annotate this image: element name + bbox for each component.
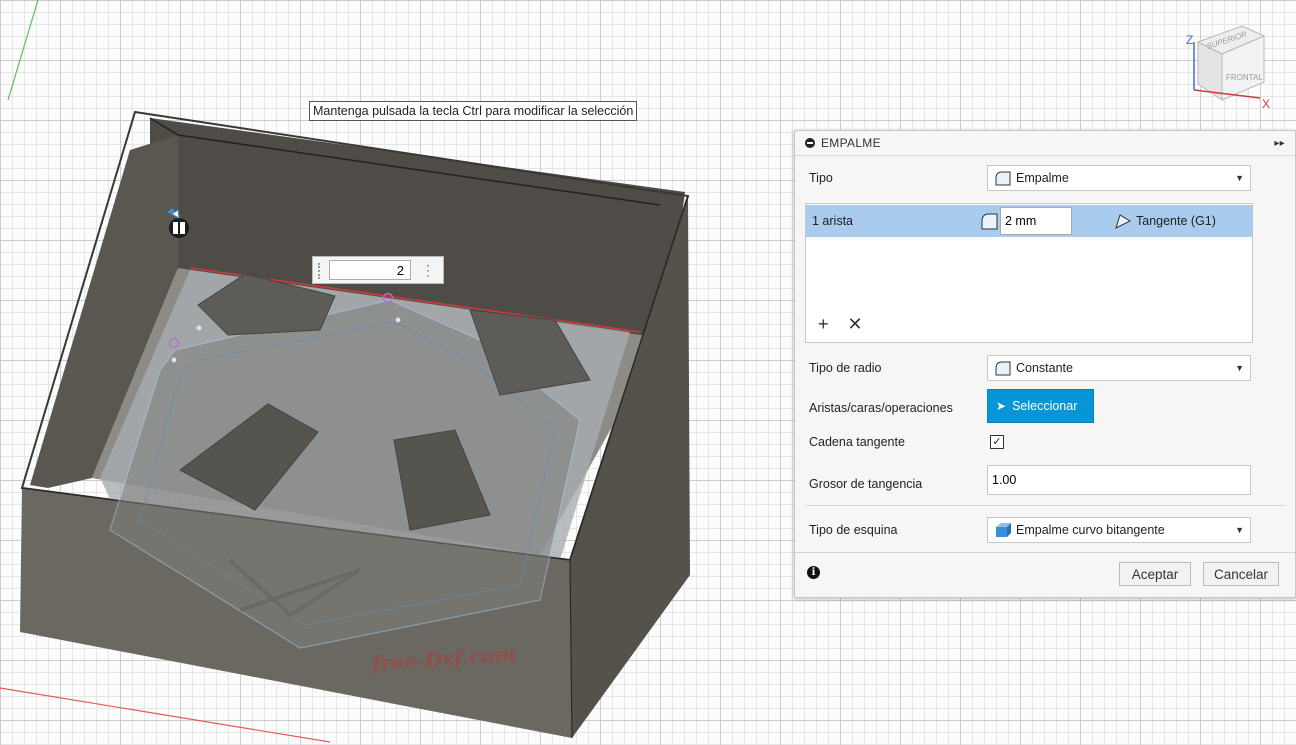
cursor-arrow-icon: ➤ <box>996 399 1007 413</box>
footer-divider <box>795 552 1295 553</box>
chevron-down-icon: ▼ <box>1235 525 1244 535</box>
tipo-radio-label: Tipo de radio <box>809 361 882 375</box>
collapse-icon[interactable] <box>805 138 815 148</box>
cancel-button[interactable]: Cancelar <box>1203 562 1279 586</box>
tipo-radio-select[interactable]: Constante ▼ <box>987 355 1251 381</box>
tangent-icon[interactable] <box>1114 212 1132 230</box>
edge-radius-input[interactable] <box>1000 207 1072 235</box>
tangent-chain-checkbox[interactable]: ✓ <box>990 435 1004 449</box>
selection-tooltip: Mantenga pulsada la tecla Ctrl para modi… <box>309 101 638 121</box>
ok-button[interactable]: Aceptar <box>1119 562 1191 586</box>
dialog-title: EMPALME <box>821 136 881 150</box>
info-icon[interactable]: i <box>807 566 820 579</box>
row-tipo-radio: Tipo de radio Constante ▼ <box>795 351 1295 385</box>
edge-name: 1 arista <box>812 214 853 228</box>
chevron-down-icon: ▼ <box>1235 173 1244 183</box>
cadena-label: Cadena tangente <box>809 435 905 449</box>
edge-row[interactable]: 1 arista Tangente (G1) <box>806 205 1252 237</box>
row-esquina: Tipo de esquina Empalme curvo bitangente… <box>795 513 1295 547</box>
remove-icon[interactable]: ✕ <box>848 314 863 334</box>
dialog-header: EMPALME ▸▸ <box>795 131 1295 156</box>
constant-radius-icon <box>995 361 1011 376</box>
row-tipo: Tipo Empalme ▼ <box>795 161 1295 195</box>
tipo-radio-value: Constante <box>1016 361 1073 375</box>
x-axis-line <box>0 687 331 743</box>
fillet-dialog: EMPALME ▸▸ Tipo Empalme ▼ 1 arista Tange… <box>794 130 1296 598</box>
tipo-value: Empalme <box>1016 171 1069 185</box>
y-axis-line <box>7 0 39 101</box>
expand-icon[interactable]: ▸▸ <box>1274 138 1285 149</box>
tangency-weight-input[interactable] <box>987 465 1251 495</box>
tipo-label: Tipo <box>809 171 833 185</box>
tipo-select[interactable]: Empalme ▼ <box>987 165 1251 191</box>
grosor-label: Grosor de tangencia <box>809 477 923 491</box>
fillet-handle-icon[interactable] <box>163 208 193 238</box>
select-button[interactable]: ➤ Seleccionar <box>987 389 1094 423</box>
select-button-label: Seleccionar <box>1012 399 1078 413</box>
edges-list: 1 arista Tangente (G1) + ✕ <box>805 203 1253 343</box>
view-cube[interactable]: SUPERIOR FRONTAL Z X <box>1180 20 1280 112</box>
esquina-select[interactable]: Empalme curvo bitangente ▼ <box>987 517 1251 543</box>
radius-canvas-input[interactable] <box>329 260 411 280</box>
corner-type-icon <box>996 523 1011 537</box>
axis-x-label: X <box>1262 97 1270 111</box>
chevron-down-icon: ▼ <box>1235 363 1244 373</box>
fillet-type-icon <box>995 171 1011 186</box>
radius-icon <box>981 213 998 230</box>
edge-list-tools: + ✕ <box>818 314 877 335</box>
aristas-label: Aristas/caras/operaciones <box>809 401 953 415</box>
drag-grip-icon[interactable] <box>318 263 323 279</box>
radius-heads-up-input: ⋮ <box>312 256 444 284</box>
add-icon[interactable]: + <box>818 314 829 334</box>
more-options-icon[interactable]: ⋮ <box>421 262 435 278</box>
esquina-value: Empalme curvo bitangente <box>1016 523 1165 537</box>
divider <box>805 505 1285 506</box>
axis-z-label: Z <box>1186 33 1193 47</box>
edge-continuity[interactable]: Tangente (G1) <box>1136 214 1216 228</box>
row-cadena: Cadena tangente <box>795 425 1295 459</box>
esquina-label: Tipo de esquina <box>809 523 898 537</box>
viewcube-front-label: FRONTAL <box>1226 73 1263 82</box>
